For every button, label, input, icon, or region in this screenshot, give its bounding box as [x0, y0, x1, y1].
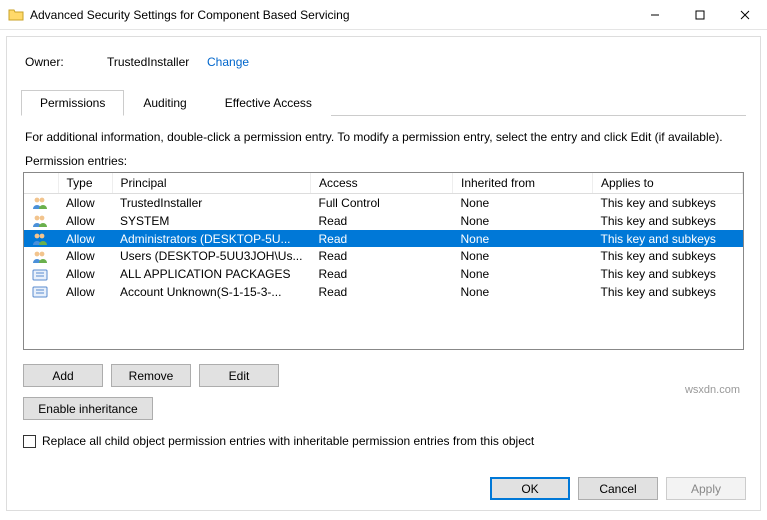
col-blank[interactable]	[24, 173, 58, 194]
owner-value: TrustedInstaller	[107, 55, 207, 69]
cell-type: Allow	[58, 212, 112, 230]
titlebar: Advanced Security Settings for Component…	[0, 0, 767, 30]
watermark-text: wsxdn.com	[685, 384, 740, 396]
group-icon	[32, 232, 48, 246]
replace-inheritable-checkbox[interactable]	[23, 435, 36, 448]
group-icon	[32, 214, 48, 228]
cell-applies: This key and subkeys	[592, 283, 742, 301]
cell-access: Read	[310, 265, 452, 283]
cell-type: Allow	[58, 247, 112, 265]
table-row[interactable]: AllowUsers (DESKTOP-5UU3JOH\Us...ReadNon…	[24, 247, 743, 265]
cell-type: Allow	[58, 194, 112, 212]
minimize-button[interactable]	[632, 0, 677, 29]
package-icon	[32, 285, 48, 299]
cell-inherited: None	[452, 283, 592, 301]
cell-access: Read	[310, 230, 452, 248]
col-inherited[interactable]: Inherited from	[452, 173, 592, 194]
group-icon	[32, 250, 48, 264]
cell-applies: This key and subkeys	[592, 212, 742, 230]
ok-button[interactable]: OK	[490, 477, 570, 500]
cell-type: Allow	[58, 230, 112, 248]
cell-type: Allow	[58, 265, 112, 283]
replace-inheritable-label: Replace all child object permission entr…	[42, 434, 534, 448]
col-access[interactable]: Access	[310, 173, 452, 194]
tabs: Permissions Auditing Effective Access	[21, 89, 746, 116]
close-button[interactable]	[722, 0, 767, 29]
cell-access: Read	[310, 212, 452, 230]
folder-icon	[8, 7, 24, 23]
cell-applies: This key and subkeys	[592, 230, 742, 248]
add-button[interactable]: Add	[23, 364, 103, 387]
cell-inherited: None	[452, 230, 592, 248]
cell-applies: This key and subkeys	[592, 265, 742, 283]
cell-access: Full Control	[310, 194, 452, 212]
cell-principal: Users (DESKTOP-5UU3JOH\Us...	[112, 247, 310, 265]
enable-inheritance-button[interactable]: Enable inheritance	[23, 397, 153, 420]
dialog-content: Owner: TrustedInstaller Change Permissio…	[6, 36, 761, 511]
cell-principal: SYSTEM	[112, 212, 310, 230]
col-applies[interactable]: Applies to	[592, 173, 742, 194]
cell-principal: ALL APPLICATION PACKAGES	[112, 265, 310, 283]
tab-permissions[interactable]: Permissions	[21, 90, 124, 116]
change-owner-link[interactable]: Change	[207, 55, 249, 69]
col-type[interactable]: Type	[58, 173, 112, 194]
cancel-button[interactable]: Cancel	[578, 477, 658, 500]
cell-applies: This key and subkeys	[592, 247, 742, 265]
permission-table-frame: Type Principal Access Inherited from App…	[23, 172, 744, 350]
apply-button[interactable]: Apply	[666, 477, 746, 500]
cell-inherited: None	[452, 212, 592, 230]
info-text: For additional information, double-click…	[25, 130, 742, 144]
package-icon	[32, 268, 48, 282]
remove-button[interactable]: Remove	[111, 364, 191, 387]
tab-auditing[interactable]: Auditing	[124, 90, 205, 116]
table-row[interactable]: AllowSYSTEMReadNoneThis key and subkeys	[24, 212, 743, 230]
cell-access: Read	[310, 247, 452, 265]
edit-button[interactable]: Edit	[199, 364, 279, 387]
owner-label: Owner:	[25, 55, 107, 69]
cell-applies: This key and subkeys	[592, 194, 742, 212]
tab-effective-access[interactable]: Effective Access	[206, 90, 331, 116]
maximize-button[interactable]	[677, 0, 722, 29]
cell-access: Read	[310, 283, 452, 301]
table-row[interactable]: AllowALL APPLICATION PACKAGESReadNoneThi…	[24, 265, 743, 283]
cell-principal: Administrators (DESKTOP-5U...	[112, 230, 310, 248]
cell-principal: Account Unknown(S-1-15-3-...	[112, 283, 310, 301]
cell-inherited: None	[452, 194, 592, 212]
cell-type: Allow	[58, 283, 112, 301]
table-row[interactable]: AllowAccount Unknown(S-1-15-3-...ReadNon…	[24, 283, 743, 301]
cell-inherited: None	[452, 247, 592, 265]
cell-principal: TrustedInstaller	[112, 194, 310, 212]
col-principal[interactable]: Principal	[112, 173, 310, 194]
cell-inherited: None	[452, 265, 592, 283]
table-row[interactable]: AllowAdministrators (DESKTOP-5U...ReadNo…	[24, 230, 743, 248]
entries-label: Permission entries:	[25, 154, 742, 168]
owner-row: Owner: TrustedInstaller Change	[21, 47, 746, 87]
permission-table[interactable]: Type Principal Access Inherited from App…	[24, 173, 743, 301]
table-row[interactable]: AllowTrustedInstallerFull ControlNoneThi…	[24, 194, 743, 212]
window-title: Advanced Security Settings for Component…	[30, 8, 632, 22]
group-icon	[32, 196, 48, 210]
